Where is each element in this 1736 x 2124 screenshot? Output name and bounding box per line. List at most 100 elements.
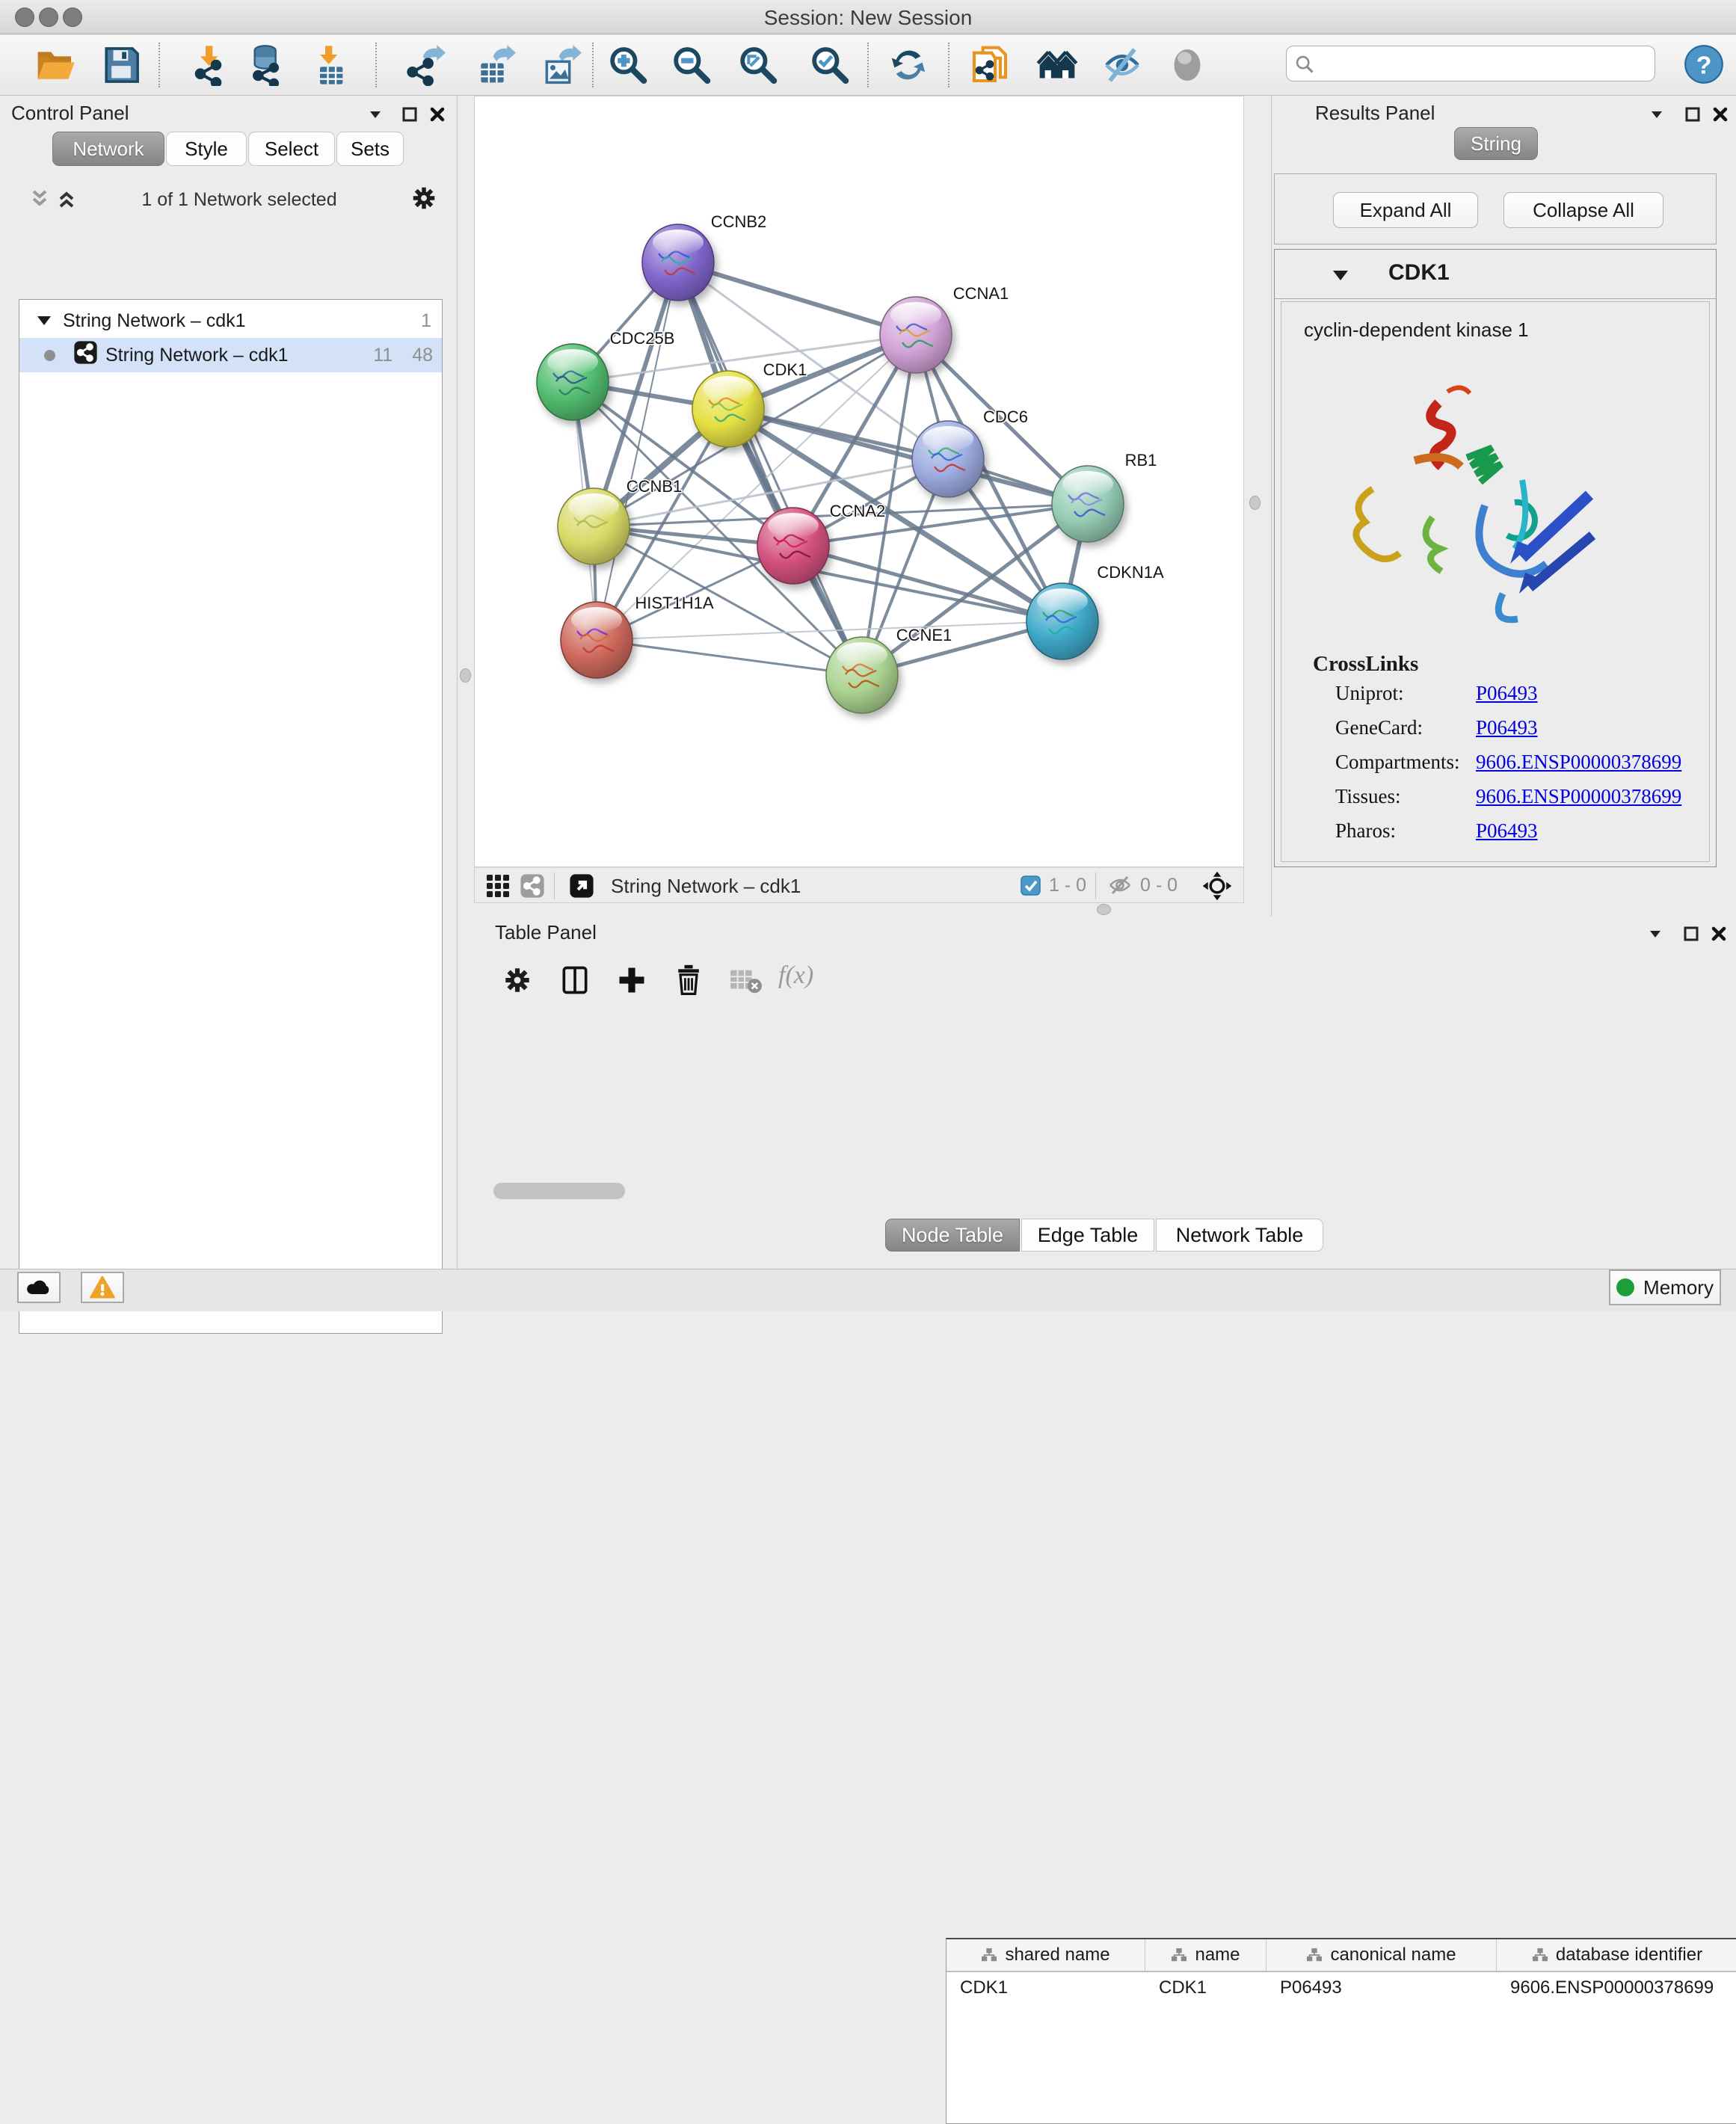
gene-section-header[interactable]: CDK1: [1275, 250, 1716, 299]
tab-string-results[interactable]: String: [1454, 127, 1538, 160]
left-splitter-handle[interactable]: [460, 668, 471, 683]
table-horizontal-scrollbar[interactable]: [493, 1183, 625, 1199]
search-input[interactable]: [1321, 49, 1643, 78]
warning-icon: [89, 1275, 116, 1299]
crosslink-label: Tissues:: [1335, 785, 1401, 808]
selected-checkbox-icon[interactable]: [1021, 875, 1041, 899]
svg-text:?: ?: [1696, 51, 1712, 79]
warnings-button[interactable]: [81, 1272, 124, 1303]
graph-node-CCNA1[interactable]: CCNA1: [880, 284, 1009, 373]
section-collapse-icon[interactable]: [1332, 268, 1349, 286]
cloud-status-button[interactable]: [17, 1272, 61, 1303]
zoom-in-icon[interactable]: [606, 44, 648, 86]
table-cell[interactable]: 9606.ENSP00000378699: [1497, 1972, 1736, 2004]
memory-status-dot: [1616, 1278, 1634, 1296]
help-icon[interactable]: ?: [1684, 44, 1724, 84]
zoom-fit-icon[interactable]: [736, 44, 778, 86]
gene-name: CDK1: [1388, 260, 1450, 286]
graph-edge-HIST1H1A-CCNE1[interactable]: [597, 640, 862, 675]
tab-network-table[interactable]: Network Table: [1156, 1219, 1323, 1252]
create-column-icon[interactable]: [615, 963, 648, 1001]
zoom-selected-icon[interactable]: [808, 44, 850, 86]
column-header-canonical-name[interactable]: canonical name: [1266, 1939, 1497, 1971]
graph-edge-CCNB2-CCNA1[interactable]: [678, 262, 916, 335]
clone-network-icon[interactable]: [969, 44, 1011, 86]
panel-close-icon[interactable]: [1709, 103, 1732, 126]
panel-close-icon[interactable]: [1708, 923, 1730, 945]
export-network-icon[interactable]: [404, 44, 446, 86]
collapse-all-networks-icon[interactable]: [28, 187, 51, 215]
protein-structure-image: [1326, 369, 1618, 653]
graph-edge-CDKN1A-HIST1H1A[interactable]: [597, 621, 1062, 640]
graph-node-CDKN1A[interactable]: CDKN1A: [1026, 563, 1164, 659]
crosslink-link[interactable]: 9606.ENSP00000378699: [1476, 751, 1681, 774]
open-session-icon[interactable]: [34, 44, 76, 86]
save-session-icon[interactable]: [100, 44, 142, 86]
memory-button[interactable]: Memory: [1609, 1269, 1721, 1305]
network-row-selected[interactable]: String Network – cdk1 11 48: [19, 338, 442, 372]
column-header-name[interactable]: name: [1145, 1939, 1266, 1971]
table-cell[interactable]: P06493: [1266, 1972, 1497, 2004]
column-header-database-identifier[interactable]: database identifier: [1497, 1939, 1736, 1971]
export-image-icon[interactable]: [540, 44, 582, 86]
tab-network[interactable]: Network: [52, 132, 164, 166]
apply-layout-icon[interactable]: [887, 44, 929, 86]
collapse-all-button[interactable]: Collapse All: [1503, 192, 1663, 228]
network-canvas[interactable]: CCNB2CCNA1CDC25BCDK1CDC6RB1CCNB1CCNA2CDK…: [474, 96, 1244, 867]
birds-eye-view-icon[interactable]: [1201, 870, 1233, 905]
crosslink-link[interactable]: P06493: [1476, 716, 1538, 739]
graph-edge-CCNB2-CCNE1[interactable]: [678, 262, 862, 675]
collection-expander-icon[interactable]: [36, 310, 52, 332]
tab-node-table[interactable]: Node Table: [885, 1219, 1020, 1252]
column-header-shared-name[interactable]: shared name: [947, 1939, 1145, 1971]
tab-select[interactable]: Select: [248, 132, 335, 166]
graph-node-label-CCNB1: CCNB1: [627, 477, 683, 496]
panel-float-icon[interactable]: [1680, 923, 1702, 945]
home-panels-icon[interactable]: [1036, 44, 1078, 86]
zoom-out-icon[interactable]: [670, 44, 712, 86]
column-type-icon: [1306, 1948, 1323, 1963]
graph-node-label-CDKN1A: CDKN1A: [1097, 563, 1164, 582]
tab-edge-table[interactable]: Edge Table: [1021, 1219, 1154, 1252]
hidden-eye-icon[interactable]: [1107, 874, 1133, 900]
string-network-badge-icon[interactable]: [520, 873, 545, 899]
crosslink-link[interactable]: P06493: [1476, 819, 1538, 843]
import-table-file-icon[interactable]: [310, 44, 351, 86]
show-columns-icon[interactable]: [558, 963, 591, 1001]
graph-node-CDK1[interactable]: CDK1: [692, 360, 807, 447]
toolbar-separator: [158, 43, 160, 87]
right-splitter-handle[interactable]: [1249, 496, 1261, 510]
expand-all-button[interactable]: Expand All: [1333, 192, 1478, 228]
tab-style[interactable]: Style: [166, 132, 247, 166]
import-network-file-icon[interactable]: [190, 44, 232, 86]
tab-sets[interactable]: Sets: [336, 132, 404, 166]
panel-menu-icon[interactable]: [1644, 923, 1666, 945]
bottom-splitter-handle[interactable]: [1097, 904, 1111, 915]
panel-menu-icon[interactable]: [1646, 103, 1668, 126]
crosslink-link[interactable]: 9606.ENSP00000378699: [1476, 785, 1681, 808]
graph-node-RB1[interactable]: RB1: [1052, 451, 1157, 542]
table-options-gear-icon[interactable]: [502, 964, 533, 1000]
panel-float-icon[interactable]: [398, 103, 421, 126]
network-graph[interactable]: CCNB2CCNA1CDC25BCDK1CDC6RB1CCNB1CCNA2CDK…: [475, 96, 1243, 866]
panel-close-icon[interactable]: [426, 103, 449, 126]
grid-view-icon[interactable]: [485, 873, 511, 899]
graph-node-label-CCNB2: CCNB2: [711, 212, 767, 231]
table-cell[interactable]: CDK1: [1145, 1972, 1266, 2004]
show-selection-icon[interactable]: [1166, 44, 1208, 86]
table-cell[interactable]: CDK1: [947, 1972, 1145, 2004]
network-options-gear-icon[interactable]: [410, 184, 438, 216]
export-table-icon[interactable]: [474, 44, 516, 86]
network-tree: String Network – cdk1 1 String Network –…: [19, 299, 443, 1334]
panel-float-icon[interactable]: [1681, 103, 1704, 126]
delete-column-icon[interactable]: [672, 963, 705, 1001]
expand-all-networks-icon[interactable]: [55, 187, 78, 215]
graph-node-CCNB2[interactable]: CCNB2: [642, 212, 766, 301]
open-in-window-icon[interactable]: [569, 873, 594, 899]
crosslink-link[interactable]: P06493: [1476, 682, 1538, 705]
window-title: Session: New Session: [0, 6, 1736, 30]
import-network-database-icon[interactable]: [246, 44, 288, 86]
hide-selection-icon[interactable]: [1101, 44, 1143, 86]
panel-menu-icon[interactable]: [364, 103, 387, 126]
network-collection-row[interactable]: String Network – cdk1 1: [19, 304, 442, 338]
